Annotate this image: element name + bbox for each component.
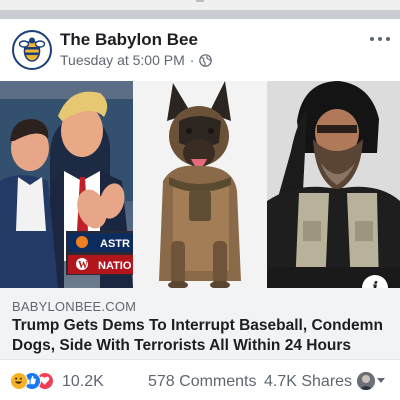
post-image[interactable]: ASTR W NATIO xyxy=(0,81,400,288)
link-preview[interactable]: BABYLONBEE.COM Trump Gets Dems To Interr… xyxy=(0,288,400,360)
post-engagement-bar: 10.2K 578 Comments 4.7K Shares xyxy=(0,360,400,400)
post-timestamp[interactable]: Tuesday at 5:00 PM xyxy=(60,52,185,68)
link-headline[interactable]: Trump Gets Dems To Interrupt Baseball, C… xyxy=(12,316,392,356)
photo-politicians-panel: ASTR W NATIO xyxy=(0,81,133,288)
photo-bearded-man-panel xyxy=(267,81,400,288)
photo-dog-panel xyxy=(133,81,267,288)
politicians-illustration: ASTR W NATIO xyxy=(0,81,133,288)
haha-reaction-icon xyxy=(10,372,28,390)
shares-count[interactable]: 4.7K Shares xyxy=(264,373,352,391)
more-dot xyxy=(378,37,382,41)
post-header: The Babylon Bee Tuesday at 5:00 PM · xyxy=(0,19,400,81)
page-avatar[interactable] xyxy=(12,30,52,70)
scroll-indicator xyxy=(196,0,204,2)
more-options-button[interactable] xyxy=(368,29,392,49)
post-separator xyxy=(0,10,400,19)
comments-count[interactable]: 578 Comments xyxy=(148,373,257,391)
reaction-icons[interactable] xyxy=(10,372,60,390)
post-meta: Tuesday at 5:00 PM · xyxy=(60,52,213,68)
dog-illustration xyxy=(133,81,267,288)
more-dot xyxy=(370,37,374,41)
svg-text:W: W xyxy=(78,260,88,271)
link-domain: BABYLONBEE.COM xyxy=(12,299,137,314)
scoreboard-team-2: NATIO xyxy=(98,260,132,272)
scoreboard-team-1: ASTR xyxy=(100,238,130,250)
bearded-man-illustration xyxy=(267,81,400,288)
feed-top-gap xyxy=(0,0,400,10)
page-name-link[interactable]: The Babylon Bee xyxy=(60,30,198,50)
meta-separator: · xyxy=(189,52,195,68)
viewer-avatar[interactable] xyxy=(357,372,375,390)
reaction-count[interactable]: 10.2K xyxy=(62,373,104,391)
chevron-down-icon[interactable] xyxy=(377,378,385,383)
babylon-bee-logo-icon xyxy=(15,33,49,67)
more-dot xyxy=(386,37,390,41)
globe-icon xyxy=(199,53,213,67)
